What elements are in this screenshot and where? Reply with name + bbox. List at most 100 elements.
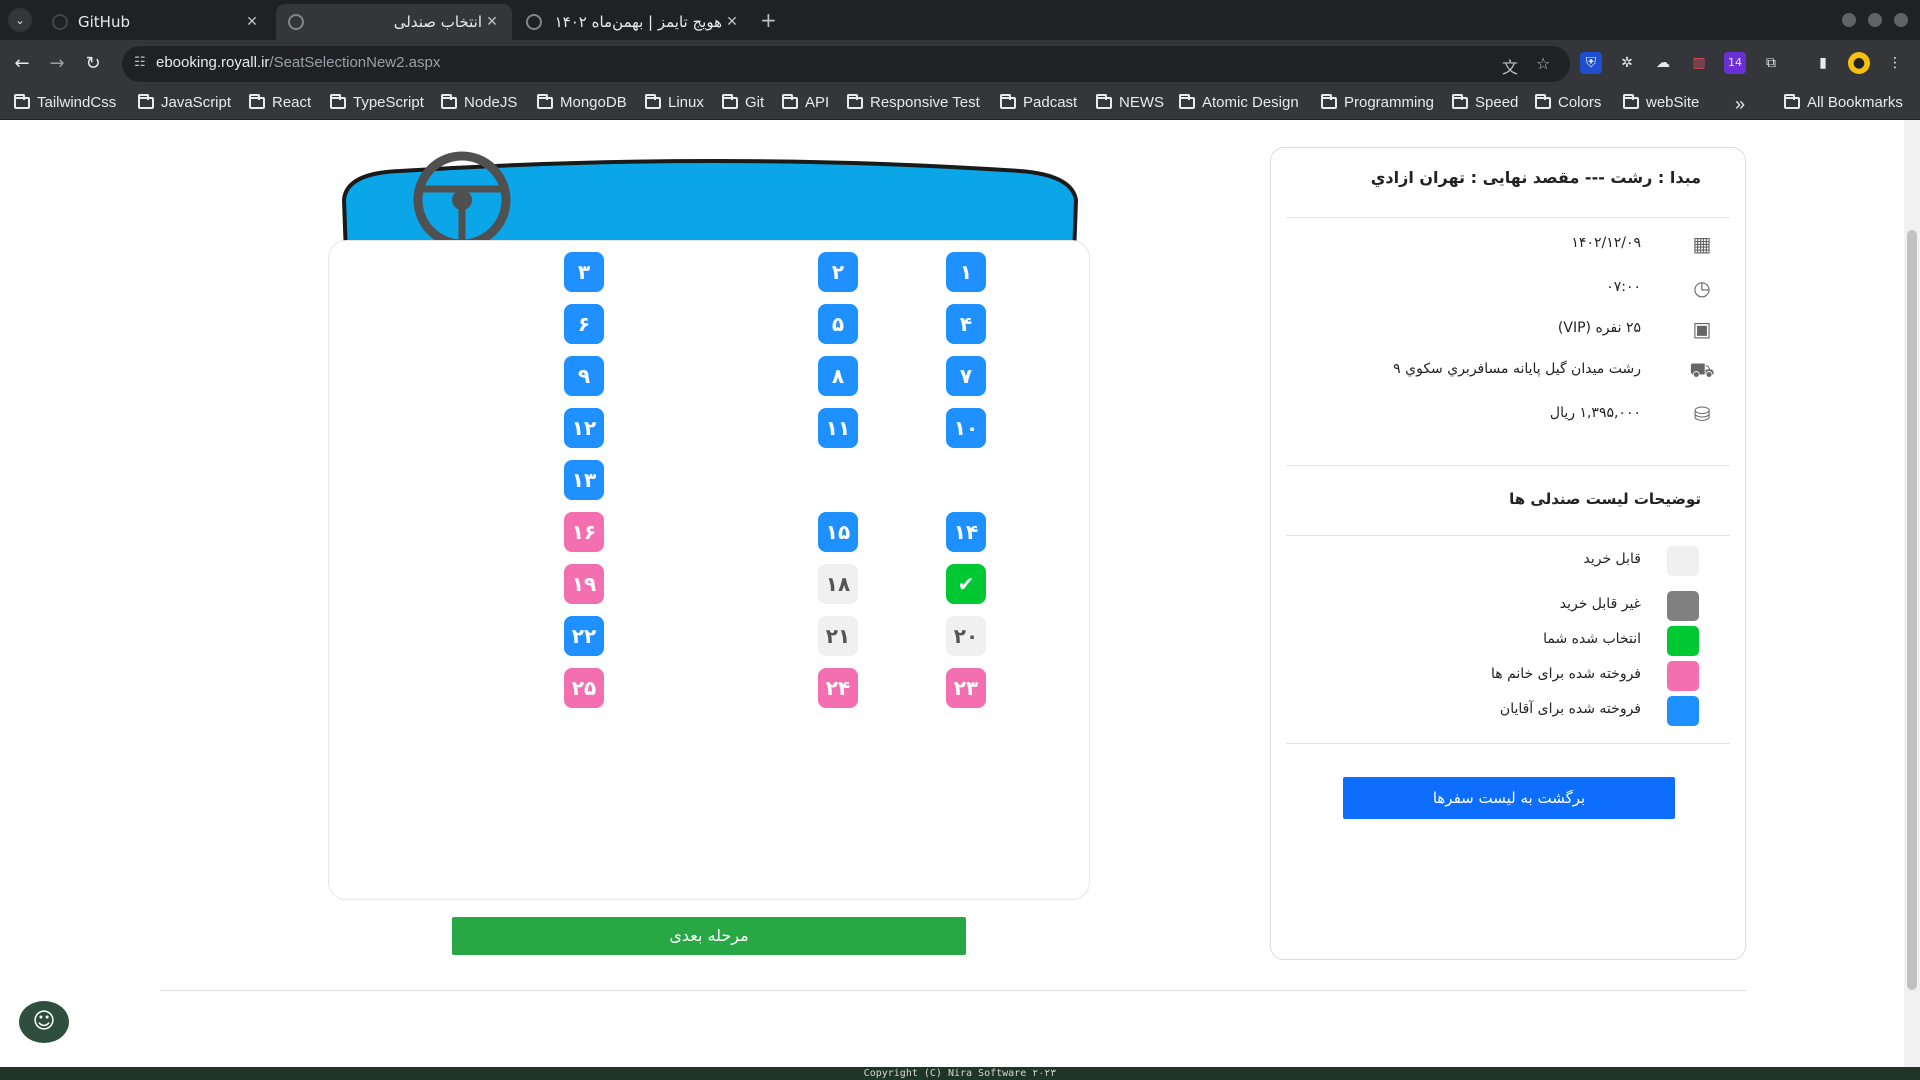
bookmark-folder[interactable]: TailwindCss	[14, 93, 116, 111]
bookmark-folder[interactable]: Colors	[1535, 93, 1601, 111]
bookmark-folder[interactable]: MongoDB	[537, 93, 627, 111]
divider	[160, 990, 1746, 991]
window-close-button[interactable]	[1894, 13, 1908, 27]
legend-swatch-male	[1667, 696, 1699, 726]
seat-9[interactable]: ۹	[564, 356, 604, 396]
legend-label-male: فروخته شده برای آقایان	[1499, 701, 1641, 717]
bookmarks-bar: TailwindCss JavaScript React TypeScript …	[0, 88, 1920, 120]
bookmark-folder[interactable]: NodeJS	[441, 93, 517, 111]
seat-20[interactable]: ۲۰	[946, 616, 986, 656]
extension-icon[interactable]: ▥	[1688, 52, 1710, 74]
maximize-button[interactable]	[1868, 13, 1882, 27]
forward-arrow-icon[interactable]: →	[45, 52, 69, 76]
ticket-price: ۱,۳۹۵,۰۰۰ ریال	[1549, 405, 1641, 421]
bookmark-folder[interactable]: Programming	[1321, 93, 1434, 111]
folder-icon	[138, 93, 154, 109]
bookmark-folder[interactable]: TypeScript	[330, 93, 424, 111]
github-favicon-icon	[52, 14, 68, 30]
url-text[interactable]: ebooking.royall.ir/SeatSelectionNew2.asp…	[156, 54, 440, 71]
close-icon[interactable]: ✕	[722, 14, 742, 30]
site-info-icon[interactable]: ☷	[134, 55, 152, 73]
divider	[1286, 465, 1730, 466]
close-icon[interactable]: ✕	[242, 14, 262, 30]
seat-13[interactable]: ۱۳	[564, 460, 604, 500]
tab-title: انتخاب صندلی	[393, 13, 482, 31]
seat-1[interactable]: ۱	[946, 252, 986, 292]
seat-8[interactable]: ۸	[818, 356, 858, 396]
seat-23[interactable]: ۲۳	[946, 668, 986, 708]
folder-icon	[537, 93, 553, 109]
profile-avatar[interactable]: ●	[1848, 52, 1870, 74]
bookmark-folder[interactable]: API	[782, 93, 829, 111]
seat-19[interactable]: ۱۹	[564, 564, 604, 604]
tab-github[interactable]: GitHub ✕	[40, 4, 272, 40]
address-bar[interactable]: ☷ ebooking.royall.ir/SeatSelectionNew2.a…	[122, 46, 1570, 82]
bookmark-folder[interactable]: webSite	[1623, 93, 1699, 111]
seat-21[interactable]: ۲۱	[818, 616, 858, 656]
seat-24[interactable]: ۲۴	[818, 668, 858, 708]
kebab-menu-icon[interactable]: ⋮	[1884, 52, 1906, 74]
seat-16[interactable]: ۱۶	[564, 512, 604, 552]
clock-icon: ◷	[1693, 276, 1711, 300]
seat-14[interactable]: ۱۴	[946, 512, 986, 552]
bitwarden-extension-icon[interactable]: ⛨	[1580, 52, 1602, 74]
close-icon[interactable]: ✕	[482, 14, 502, 30]
folder-icon	[14, 93, 30, 109]
back-arrow-icon[interactable]: ←	[10, 52, 34, 76]
new-tab-button[interactable]: +	[760, 8, 777, 32]
more-bookmarks-button[interactable]: »	[1735, 94, 1745, 115]
folder-icon	[249, 93, 265, 109]
reload-icon[interactable]: ↻	[81, 52, 105, 76]
seat-12[interactable]: ۱۲	[564, 408, 604, 448]
tab-search-button[interactable]: ⌄	[8, 8, 32, 32]
side-panel-icon[interactable]: ▮	[1812, 52, 1834, 74]
seat-2[interactable]: ۲	[818, 252, 858, 292]
bookmark-folder[interactable]: React	[249, 93, 311, 111]
seat-17[interactable]: ✔	[946, 564, 986, 604]
seat-5[interactable]: ۵	[818, 304, 858, 344]
extension-icon[interactable]: ✲	[1616, 52, 1638, 74]
terminal-bus-icon: ⛟	[1689, 358, 1715, 382]
bookmark-folder[interactable]: Speed	[1452, 93, 1518, 111]
cloud-extension-icon[interactable]: ☁	[1652, 52, 1674, 74]
bookmark-folder[interactable]: Responsive Test	[847, 93, 980, 111]
legend-label-female: فروخته شده برای خانم ها	[1490, 666, 1641, 682]
folder-icon	[1321, 93, 1337, 109]
bookmark-folder[interactable]: Atomic Design	[1179, 93, 1299, 111]
folder-icon	[1452, 93, 1468, 109]
bookmark-folder[interactable]: Linux	[645, 93, 704, 111]
legend-label-unavailable: غیر قابل خرید	[1559, 596, 1641, 612]
seat-3[interactable]: ۳	[564, 252, 604, 292]
translate-icon[interactable]: 文	[1502, 54, 1518, 78]
seat-10[interactable]: ۱۰	[946, 408, 986, 448]
seat-25[interactable]: ۲۵	[564, 668, 604, 708]
scrollbar-thumb[interactable]	[1907, 230, 1917, 990]
seat-4[interactable]: ۴	[946, 304, 986, 344]
seat-18[interactable]: ۱۸	[818, 564, 858, 604]
minimize-button[interactable]	[1842, 13, 1856, 27]
folder-icon	[847, 93, 863, 109]
tab-havij-times[interactable]: هویج تایمز | بهمن‌ماه ۱۴۰۲ ✕	[514, 4, 752, 40]
extensions-puzzle-icon[interactable]: ⧉	[1760, 52, 1782, 74]
seat-11[interactable]: ۱۱	[818, 408, 858, 448]
seat-15[interactable]: ۱۵	[818, 512, 858, 552]
extension-badge[interactable]: 14	[1724, 52, 1746, 74]
all-bookmarks-folder[interactable]: All Bookmarks	[1784, 93, 1903, 111]
folder-icon	[645, 93, 661, 109]
trip-time: ۰۷:۰۰	[1606, 279, 1641, 295]
support-avatar-icon[interactable]: ☺	[19, 1001, 69, 1043]
seat-7[interactable]: ۷	[946, 356, 986, 396]
next-step-button[interactable]: مرحله بعدی	[452, 917, 966, 955]
bookmark-folder[interactable]: NEWS	[1096, 93, 1164, 111]
back-to-trips-button[interactable]: برگشت به لیست سفرها	[1343, 777, 1675, 819]
bookmark-folder[interactable]: Git	[722, 93, 764, 111]
bookmark-folder[interactable]: Padcast	[1000, 93, 1077, 111]
bookmark-star-icon[interactable]: ☆	[1536, 54, 1550, 73]
folder-icon	[1784, 93, 1800, 109]
tab-seat-selection[interactable]: انتخاب صندلی ✕	[276, 4, 512, 40]
bookmark-folder[interactable]: JavaScript	[138, 93, 231, 111]
seat-22[interactable]: ۲۲	[564, 616, 604, 656]
tab-title: هویج تایمز | بهمن‌ماه ۱۴۰۲	[554, 13, 722, 31]
seat-6[interactable]: ۶	[564, 304, 604, 344]
page-scrollbar[interactable]	[1904, 120, 1920, 1067]
